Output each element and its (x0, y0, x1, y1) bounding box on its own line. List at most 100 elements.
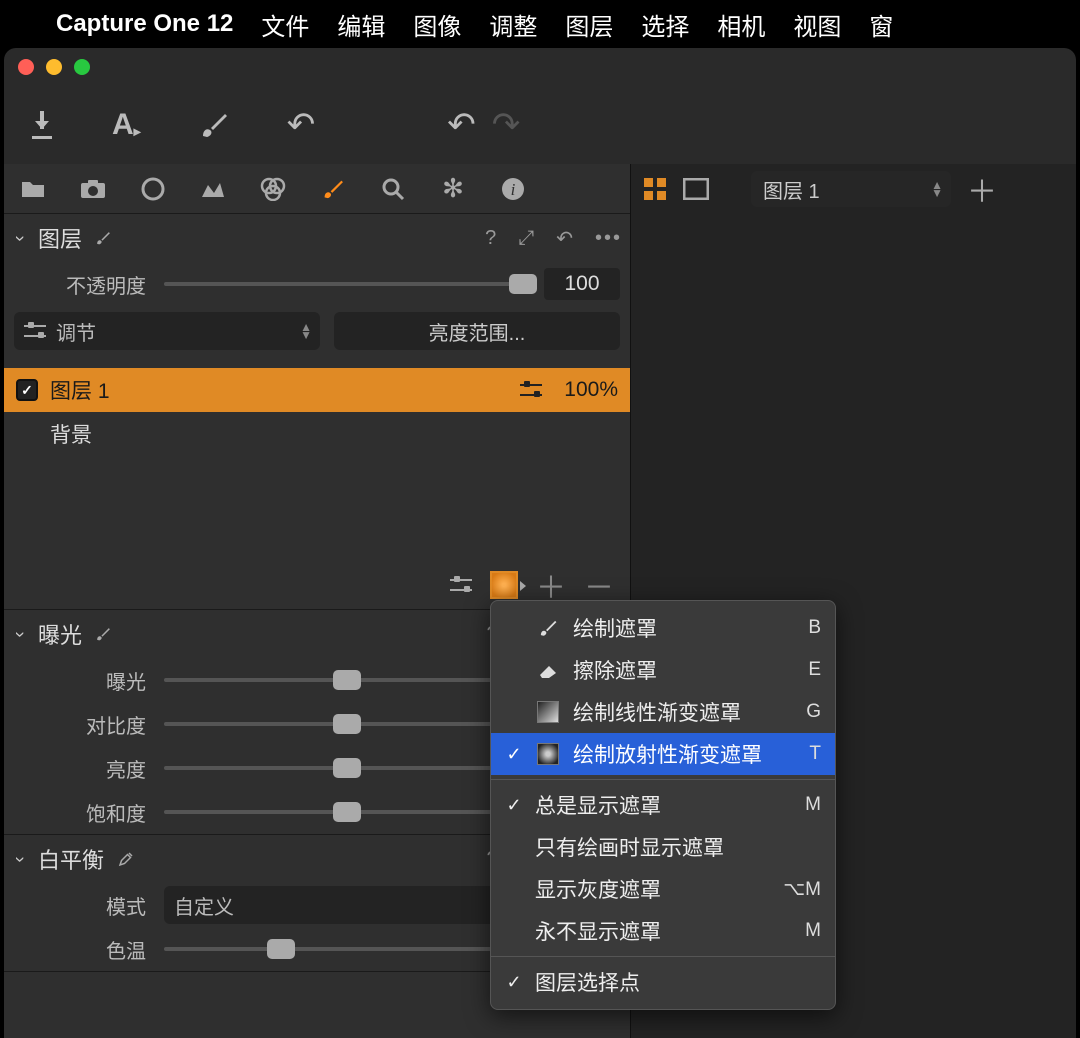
ctx-draw-mask[interactable]: 绘制遮罩 B (491, 607, 835, 649)
add-icon[interactable]: ＋ (967, 167, 997, 211)
step-forward-icon[interactable]: ↷ (492, 105, 521, 145)
auto-adjust-icon[interactable]: A▸ (112, 108, 141, 142)
step-back-icon[interactable]: ↶ (447, 105, 476, 145)
layers-panel-header[interactable]: › 图层 ? ⤢ ↶ ••• (4, 214, 630, 262)
brightness-slider[interactable] (164, 766, 530, 770)
expand-icon[interactable]: ⤢ (518, 227, 534, 250)
zoom-window-button[interactable] (74, 59, 90, 75)
wb-mode-value: 自定义 (174, 891, 234, 920)
linear-gradient-icon (535, 701, 561, 723)
macos-menubar: Capture One 12 文件 编辑 图像 调整 图层 选择 相机 视图 窗 (0, 0, 1080, 48)
panel-title: 曝光 (38, 618, 82, 650)
brush-tool-icon[interactable] (197, 110, 231, 140)
sliders-icon (24, 322, 46, 340)
brush-icon (535, 617, 561, 639)
help-icon[interactable]: ? (485, 227, 496, 250)
eraser-icon (535, 659, 561, 681)
grid-view-icon[interactable] (643, 177, 667, 201)
ctx-radial-gradient[interactable]: ✓ 绘制放射性渐变遮罩 T (491, 733, 835, 775)
ctx-erase-mask[interactable]: 擦除遮罩 E (491, 649, 835, 691)
brush-small-icon (94, 626, 112, 642)
opacity-row: 不透明度 100 (4, 262, 630, 306)
tab-search-icon[interactable] (376, 177, 410, 201)
menu-icon[interactable]: ••• (595, 227, 622, 250)
layer-item-1[interactable]: ✓ 图层 1 100% (4, 368, 630, 412)
tab-histogram-icon[interactable] (196, 179, 230, 199)
layer-select-label: 图层 1 (763, 175, 820, 204)
reset-icon[interactable]: ↶ (556, 226, 573, 251)
layer-name: 背景 (50, 419, 92, 449)
disclosure-icon[interactable]: › (10, 626, 31, 642)
layer-name: 图层 1 (50, 375, 110, 405)
menu-camera[interactable]: 相机 (717, 7, 765, 42)
ctx-never-show[interactable]: 永不显示遮罩 M (491, 910, 835, 952)
disclosure-icon[interactable]: › (10, 230, 31, 246)
eyedropper-icon[interactable] (116, 850, 136, 868)
mode-label: 模式 (14, 891, 164, 920)
sliders-icon[interactable] (450, 576, 472, 594)
contrast-slider[interactable] (164, 722, 530, 726)
tab-capture-icon[interactable] (76, 179, 110, 199)
minimize-window-button[interactable] (46, 59, 62, 75)
tooltab-bar: ✻ i (4, 164, 630, 214)
separator (491, 779, 835, 780)
opacity-label: 不透明度 (14, 270, 164, 299)
adjust-select-label: 调节 (56, 317, 96, 346)
menu-layers[interactable]: 图层 (565, 7, 613, 42)
menu-edit[interactable]: 编辑 (337, 7, 385, 42)
main-toolbar: A▸ ↶ ↶ ↷ (4, 86, 1076, 164)
menu-adjust[interactable]: 调整 (489, 7, 537, 42)
slider-label: 饱和度 (14, 798, 164, 827)
panel-title: 白平衡 (38, 843, 104, 875)
layer-visibility-checkbox[interactable]: ✓ (16, 379, 38, 401)
tab-settings-icon[interactable]: ✻ (436, 173, 470, 204)
tab-info-icon[interactable]: i (496, 177, 530, 201)
ctx-show-when-draw[interactable]: 只有绘画时显示遮罩 (491, 826, 835, 868)
panel-title: 图层 (38, 222, 82, 254)
layer-opacity: 100% (564, 378, 618, 402)
single-view-icon[interactable] (683, 178, 709, 200)
layer-select[interactable]: 图层 1 ▲▼ (751, 171, 951, 207)
slider-label: 亮度 (14, 754, 164, 783)
opacity-value[interactable]: 100 (544, 268, 620, 300)
ctx-linear-gradient[interactable]: 绘制线性渐变遮罩 G (491, 691, 835, 733)
tab-lens-icon[interactable] (136, 177, 170, 201)
mask-dropdown-button[interactable] (490, 571, 518, 599)
exposure-slider[interactable] (164, 678, 530, 682)
menu-view[interactable]: 视图 (793, 7, 841, 42)
slider-label: 曝光 (14, 666, 164, 695)
adjust-select[interactable]: 调节 ▲▼ (14, 312, 320, 350)
tab-adjust-icon[interactable] (316, 177, 350, 201)
disclosure-icon[interactable]: › (10, 851, 31, 867)
close-window-button[interactable] (18, 59, 34, 75)
undo-icon[interactable]: ↶ (287, 105, 316, 145)
ctx-layer-pick[interactable]: ✓ 图层选择点 (491, 961, 835, 1003)
app-name[interactable]: Capture One 12 (56, 10, 233, 38)
menu-image[interactable]: 图像 (413, 7, 461, 42)
import-icon[interactable] (28, 111, 56, 139)
saturation-slider[interactable] (164, 810, 530, 814)
radial-gradient-icon (535, 743, 561, 765)
mask-context-menu: 绘制遮罩 B 擦除遮罩 E 绘制线性渐变遮罩 G ✓ 绘制放射性渐变遮罩 T ✓… (490, 600, 836, 1010)
menu-window[interactable]: 窗 (869, 7, 893, 42)
layers-panel: › 图层 ? ⤢ ↶ ••• 不透明度 100 调 (4, 214, 630, 610)
temp-slider[interactable] (164, 947, 530, 951)
ctx-always-show[interactable]: ✓ 总是显示遮罩 M (491, 784, 835, 826)
brush-small-icon (94, 230, 112, 246)
tab-color-icon[interactable] (256, 177, 290, 201)
svg-text:i: i (511, 180, 516, 199)
temp-label: 色温 (14, 935, 164, 964)
window-titlebar (4, 48, 1076, 86)
menu-select[interactable]: 选择 (641, 7, 689, 42)
right-top-bar: 图层 1 ▲▼ ＋ (631, 164, 1076, 214)
opacity-slider[interactable] (164, 282, 530, 286)
separator (491, 956, 835, 957)
slider-label: 对比度 (14, 710, 164, 739)
layer-item-background[interactable]: 背景 (4, 412, 630, 456)
layer-list: ✓ 图层 1 100% 背景 ＋ － (4, 368, 630, 609)
ctx-grayscale-mask[interactable]: 显示灰度遮罩 ⌥M (491, 868, 835, 910)
luma-range-button[interactable]: 亮度范围... (334, 312, 620, 350)
tab-library-icon[interactable] (16, 179, 50, 199)
sliders-icon (520, 381, 542, 399)
menu-file[interactable]: 文件 (261, 7, 309, 42)
